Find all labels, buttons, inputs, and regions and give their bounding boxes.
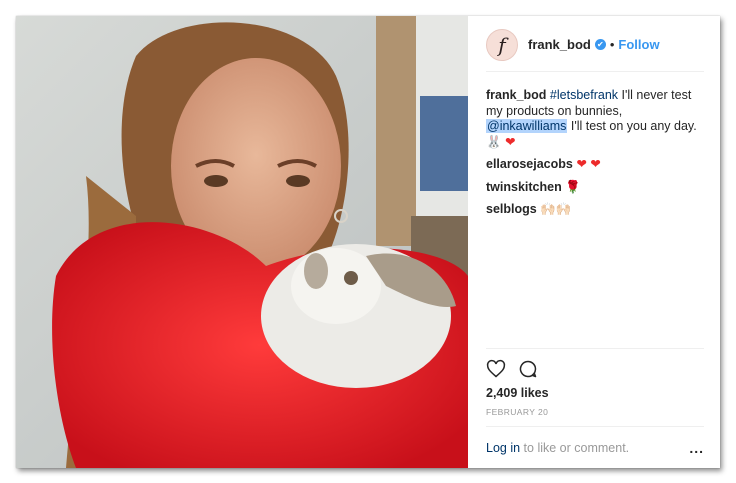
- mention-link[interactable]: @inkawilliams: [486, 119, 568, 133]
- post-photo[interactable]: [16, 16, 468, 468]
- hashtag-link[interactable]: #letsbefrank: [550, 88, 618, 102]
- separator-dot: •: [609, 37, 615, 52]
- comment-emoji: 🙌🏻🙌🏻: [540, 202, 572, 216]
- heart-outline-icon[interactable]: [486, 359, 506, 379]
- login-prompt-text: to like or comment.: [523, 440, 630, 455]
- comment-username[interactable]: selblogs: [486, 202, 537, 216]
- comment-username[interactable]: ellarosejacobs: [486, 157, 573, 171]
- comments-list: frank_bod #letsbefrank I'll never test m…: [486, 72, 704, 348]
- comment-emoji: 🌹: [565, 179, 581, 194]
- comment-username[interactable]: twinskitchen: [486, 180, 562, 194]
- caption-text-end: I'll test on you any day.: [570, 119, 697, 133]
- post-photo-illustration: [16, 16, 468, 468]
- post-sidebar: f frank_bod ✔ • Follow frank_bod #letsbe…: [468, 16, 720, 468]
- verified-badge-icon: ✔: [594, 39, 606, 50]
- caption-username[interactable]: frank_bod: [486, 88, 546, 102]
- caption: frank_bod #letsbefrank I'll never test m…: [486, 88, 704, 150]
- post-header: f frank_bod ✔ • Follow: [486, 16, 704, 72]
- comment-item: selblogs 🙌🏻🙌🏻: [486, 202, 704, 218]
- comment-emoji: ❤ ❤: [576, 157, 601, 171]
- comment-item: ellarosejacobs ❤ ❤: [486, 157, 704, 173]
- action-bar: [486, 348, 704, 379]
- likes-count[interactable]: 2,409 likes: [486, 386, 704, 400]
- post-footer: Log in to like or comment. ...: [486, 426, 704, 468]
- follow-button[interactable]: Follow: [618, 37, 659, 52]
- avatar[interactable]: f: [486, 28, 518, 61]
- login-prompt: Log in to like or comment.: [486, 441, 629, 455]
- header-username[interactable]: frank_bod: [528, 37, 591, 52]
- comment-bubble-icon[interactable]: [518, 359, 538, 379]
- login-link[interactable]: Log in: [486, 441, 520, 455]
- caption-emoji: 🐰 ❤: [486, 134, 516, 149]
- comment-item: twinskitchen 🌹: [486, 180, 704, 196]
- more-options-icon[interactable]: ...: [689, 440, 704, 456]
- post-date: FEBRUARY 20: [486, 407, 549, 417]
- instagram-post: f frank_bod ✔ • Follow frank_bod #letsbe…: [16, 16, 720, 468]
